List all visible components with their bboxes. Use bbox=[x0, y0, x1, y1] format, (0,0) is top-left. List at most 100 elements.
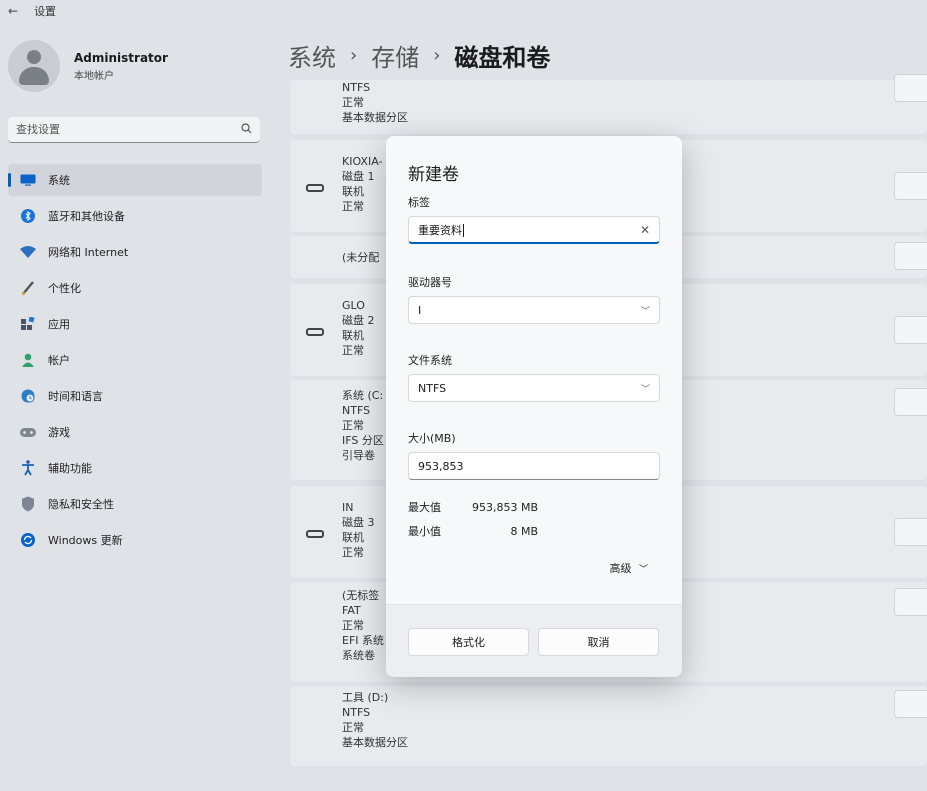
properties-button[interactable] bbox=[894, 518, 927, 546]
user-name: Administrator bbox=[74, 50, 168, 65]
max-size-key: 最大值 bbox=[408, 501, 441, 514]
sidebar-item-label: 应用 bbox=[48, 318, 70, 331]
sidebar-item-label: 网络和 Internet bbox=[48, 246, 129, 259]
sidebar-item-apps[interactable]: 应用 bbox=[8, 308, 262, 340]
sidebar-item-privacy[interactable]: 隐私和安全性 bbox=[8, 488, 262, 520]
volume-label-input[interactable]: 重要资料 ✕ bbox=[408, 216, 660, 244]
volume-role: 系统卷 bbox=[342, 649, 375, 662]
drive-icon bbox=[306, 530, 324, 538]
format-button[interactable]: 格式化 bbox=[408, 628, 529, 656]
sidebar-item-accessibility[interactable]: 辅助功能 bbox=[8, 452, 262, 484]
search-box[interactable] bbox=[8, 117, 260, 143]
volume-status: 正常 bbox=[342, 96, 364, 109]
sidebar-item-system[interactable]: 系统 bbox=[8, 164, 262, 196]
globe-clock-icon bbox=[20, 388, 36, 404]
back-arrow-icon[interactable]: ← bbox=[8, 4, 18, 18]
file-system-select[interactable]: NTFS ﹀ bbox=[408, 374, 660, 402]
nav-list: 系统 蓝牙和其他设备 网络和 Internet 个性化 应用 帐户 时间和语言 … bbox=[8, 164, 262, 560]
person-icon bbox=[20, 352, 36, 368]
sidebar-item-label: Windows 更新 bbox=[48, 534, 123, 547]
volume-card[interactable]: 工具 (D:) NTFS 正常 基本数据分区 bbox=[290, 686, 927, 766]
min-size-row: 最小值 8 MB bbox=[408, 523, 538, 539]
disk-number: 磁盘 1 bbox=[342, 170, 375, 183]
breadcrumb-system[interactable]: 系统 bbox=[288, 38, 336, 73]
dialog-footer: 格式化 取消 bbox=[386, 604, 682, 677]
sidebar-item-gaming[interactable]: 游戏 bbox=[8, 416, 262, 448]
breadcrumb-storage[interactable]: 存储 bbox=[371, 38, 419, 73]
volume-name: (无标签 bbox=[342, 589, 380, 602]
sidebar-item-network[interactable]: 网络和 Internet bbox=[8, 236, 262, 268]
new-volume-dialog: 新建卷 标签 重要资料 ✕ 驱动器号 I ﹀ 文件系统 NTFS ﹀ 大小(MB… bbox=[386, 136, 682, 677]
sidebar-item-label: 个性化 bbox=[48, 282, 81, 295]
properties-button[interactable] bbox=[894, 388, 927, 416]
advanced-toggle[interactable]: 高级 ﹀ bbox=[609, 560, 648, 576]
size-input[interactable]: 953,853 bbox=[408, 452, 660, 480]
disk-name: KIOXIA- bbox=[342, 155, 383, 168]
brush-icon bbox=[20, 280, 36, 296]
properties-button[interactable] bbox=[894, 588, 927, 616]
sidebar: Administrator 本地帐户 系统 蓝牙和其他设备 网络和 Intern… bbox=[0, 22, 272, 791]
volume-status: 正常 bbox=[342, 419, 364, 432]
sidebar-item-bluetooth[interactable]: 蓝牙和其他设备 bbox=[8, 200, 262, 232]
advanced-label: 高级 bbox=[609, 562, 632, 575]
dialog-title: 新建卷 bbox=[408, 165, 459, 185]
bluetooth-icon bbox=[20, 208, 36, 224]
size-label: 大小(MB) bbox=[408, 432, 456, 445]
drive-icon bbox=[306, 184, 324, 192]
disk-number: 磁盘 2 bbox=[342, 314, 375, 327]
user-profile[interactable]: Administrator 本地帐户 bbox=[8, 40, 168, 92]
drive-letter-select[interactable]: I ﹀ bbox=[408, 296, 660, 324]
sidebar-item-label: 系统 bbox=[48, 174, 70, 187]
properties-button[interactable] bbox=[894, 172, 927, 200]
update-icon bbox=[20, 532, 36, 548]
volume-status: 正常 bbox=[342, 619, 364, 632]
volume-status: 正常 bbox=[342, 721, 364, 734]
volume-type: EFI 系统 bbox=[342, 634, 385, 647]
chevron-down-icon: ﹀ bbox=[638, 565, 648, 575]
volume-name: 工具 (D:) bbox=[342, 691, 389, 704]
volume-fs: NTFS bbox=[342, 706, 371, 719]
file-system-label: 文件系统 bbox=[408, 354, 452, 367]
sidebar-item-personalization[interactable]: 个性化 bbox=[8, 272, 262, 304]
display-icon bbox=[20, 172, 36, 188]
sidebar-item-accounts[interactable]: 帐户 bbox=[8, 344, 262, 376]
disk-status: 正常 bbox=[342, 546, 364, 559]
volume-card[interactable]: NTFS 正常 基本数据分区 bbox=[290, 74, 927, 134]
clear-icon[interactable]: ✕ bbox=[640, 223, 650, 237]
search-input[interactable] bbox=[16, 123, 241, 136]
sidebar-item-label: 时间和语言 bbox=[48, 390, 103, 403]
page-title: 磁盘和卷 bbox=[454, 44, 551, 72]
properties-button[interactable] bbox=[894, 690, 927, 718]
avatar-body-icon bbox=[19, 67, 49, 85]
max-size-value: 953,853 MB bbox=[472, 501, 539, 514]
disk-status: 正常 bbox=[342, 344, 364, 357]
create-volume-button[interactable] bbox=[894, 242, 927, 270]
sidebar-item-label: 蓝牙和其他设备 bbox=[48, 210, 125, 223]
sidebar-item-windows-update[interactable]: Windows 更新 bbox=[8, 524, 262, 556]
file-system-value: NTFS bbox=[418, 381, 447, 395]
breadcrumb: 系统 › 存储 › 磁盘和卷 bbox=[288, 38, 550, 73]
min-size-value: 8 MB bbox=[510, 525, 538, 538]
properties-button[interactable] bbox=[894, 74, 927, 102]
max-size-row: 最大值 953,853 MB bbox=[408, 499, 538, 515]
search-icon[interactable] bbox=[241, 122, 252, 137]
volume-name: (未分配 bbox=[342, 251, 380, 264]
label-field-label: 标签 bbox=[408, 196, 430, 209]
title-bar: ← 设置 bbox=[0, 0, 927, 22]
disk-state: 联机 bbox=[342, 531, 364, 544]
chevron-down-icon: ﹀ bbox=[640, 306, 650, 317]
properties-button[interactable] bbox=[894, 316, 927, 344]
cancel-button[interactable]: 取消 bbox=[538, 628, 659, 656]
avatar-head-icon bbox=[27, 50, 41, 64]
sidebar-item-time-language[interactable]: 时间和语言 bbox=[8, 380, 262, 412]
disk-status: 正常 bbox=[342, 200, 364, 213]
sidebar-item-label: 隐私和安全性 bbox=[48, 498, 114, 511]
gamepad-icon bbox=[20, 424, 36, 440]
breadcrumb-separator: › bbox=[433, 45, 441, 66]
disk-number: 磁盘 3 bbox=[342, 516, 375, 529]
volume-type: 基本数据分区 bbox=[342, 111, 408, 124]
size-value: 953,853 bbox=[418, 459, 464, 473]
user-account-type: 本地帐户 bbox=[74, 70, 114, 82]
sidebar-item-label: 辅助功能 bbox=[48, 462, 92, 475]
chevron-down-icon: ﹀ bbox=[640, 384, 650, 395]
